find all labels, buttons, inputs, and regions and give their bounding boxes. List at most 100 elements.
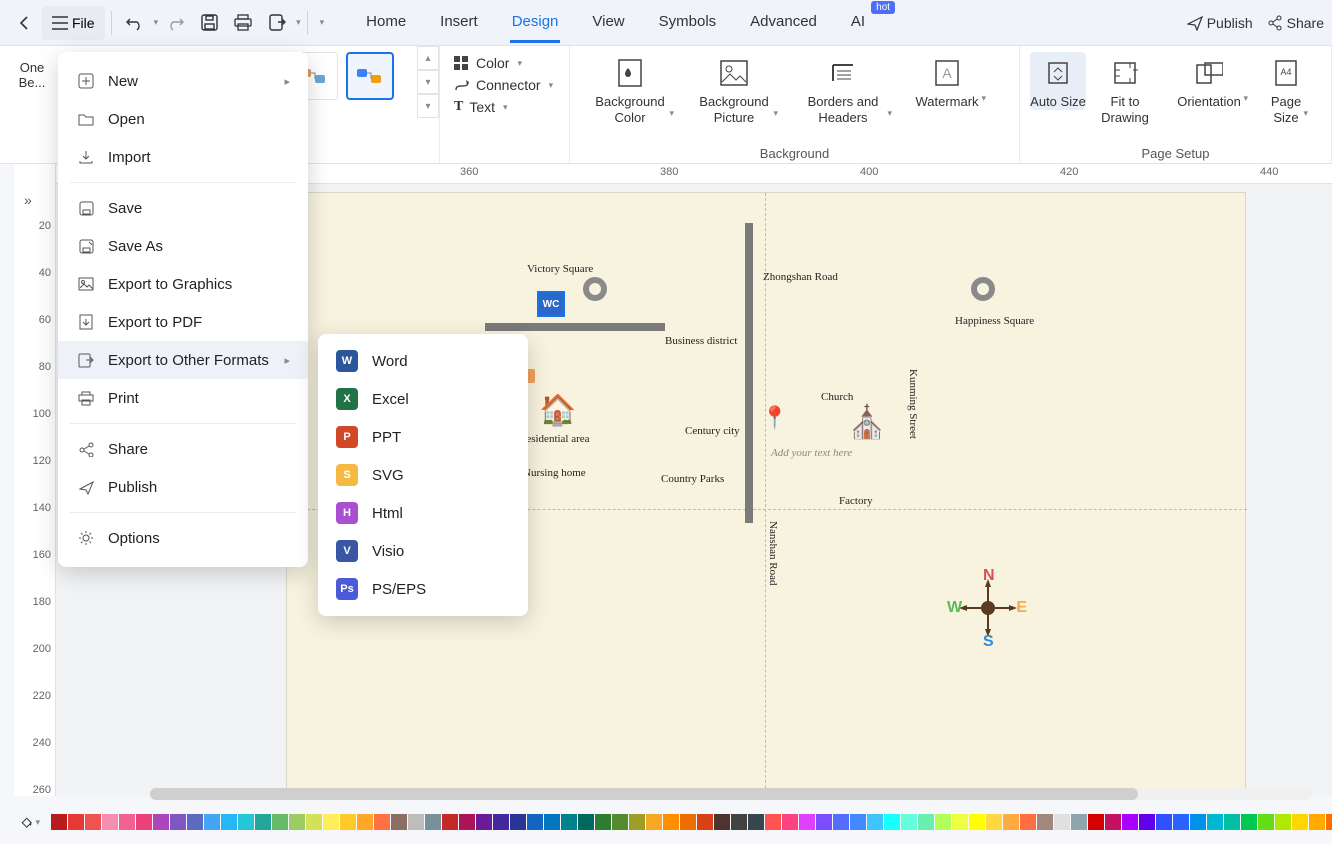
bg-color-button[interactable]: Background Color▾ [580, 52, 680, 125]
color-swatch[interactable] [748, 814, 764, 830]
color-menu[interactable]: Color▾ [450, 52, 559, 74]
label-century[interactable]: Century city [685, 425, 740, 437]
theme-next[interactable]: ▾ [417, 70, 439, 94]
color-swatch[interactable] [1020, 814, 1036, 830]
color-swatch[interactable] [357, 814, 373, 830]
color-swatch[interactable] [238, 814, 254, 830]
color-swatch[interactable] [476, 814, 492, 830]
color-swatch[interactable] [561, 814, 577, 830]
color-swatch[interactable] [867, 814, 883, 830]
color-swatch[interactable] [442, 814, 458, 830]
borders-button[interactable]: Borders and Headers▾ [788, 52, 898, 125]
label-factory[interactable]: Factory [839, 495, 873, 507]
color-swatch[interactable] [221, 814, 237, 830]
color-swatch[interactable] [1292, 814, 1308, 830]
color-swatch[interactable] [51, 814, 67, 830]
color-swatch[interactable] [935, 814, 951, 830]
color-swatch[interactable] [765, 814, 781, 830]
save-button[interactable] [192, 6, 226, 40]
color-swatch[interactable] [1037, 814, 1053, 830]
menu-new[interactable]: New▸ [58, 62, 308, 100]
tab-design[interactable]: Design [510, 3, 561, 43]
color-swatch[interactable] [969, 814, 985, 830]
menu-export-graphics[interactable]: Export to Graphics [58, 265, 308, 303]
export-html[interactable]: HHtml [318, 494, 528, 532]
color-swatch[interactable] [136, 814, 152, 830]
theme-more[interactable]: ▾ [417, 94, 439, 118]
color-swatch[interactable] [833, 814, 849, 830]
color-swatch[interactable] [204, 814, 220, 830]
color-swatch[interactable] [1190, 814, 1206, 830]
label-nanshan[interactable]: Nanshan Road [767, 521, 779, 585]
color-swatch[interactable] [816, 814, 832, 830]
label-parks[interactable]: Country Parks [661, 473, 724, 485]
color-swatch[interactable] [986, 814, 1002, 830]
label-victory[interactable]: Victory Square [527, 263, 593, 275]
color-swatch[interactable] [1003, 814, 1019, 830]
share-button[interactable]: Share [1267, 15, 1324, 31]
color-swatch[interactable] [425, 814, 441, 830]
color-swatch[interactable] [85, 814, 101, 830]
circle-marker-2[interactable] [971, 277, 995, 301]
color-swatch[interactable] [731, 814, 747, 830]
color-swatch[interactable] [799, 814, 815, 830]
label-business[interactable]: Business district [665, 335, 737, 347]
color-swatch[interactable] [289, 814, 305, 830]
tab-ai[interactable]: AIhot [849, 3, 867, 43]
label-nursing[interactable]: Nursing home [523, 467, 586, 479]
bg-picture-button[interactable]: Background Picture▾ [684, 52, 784, 125]
theme-swatch-2[interactable] [346, 52, 394, 100]
color-swatch[interactable] [306, 814, 322, 830]
undo-button[interactable] [118, 6, 152, 40]
menu-import[interactable]: Import [58, 138, 308, 176]
color-swatch[interactable] [119, 814, 135, 830]
label-zhongshan[interactable]: Zhongshan Road [763, 271, 838, 283]
color-swatch[interactable] [408, 814, 424, 830]
color-swatch[interactable] [1156, 814, 1172, 830]
tab-insert[interactable]: Insert [438, 3, 480, 43]
color-swatch[interactable] [901, 814, 917, 830]
color-swatch[interactable] [1122, 814, 1138, 830]
menu-export-other[interactable]: Export to Other Formats▸ [58, 341, 308, 379]
color-swatch[interactable] [1241, 814, 1257, 830]
color-swatch[interactable] [680, 814, 696, 830]
label-kunming[interactable]: Kunming Street [907, 369, 919, 439]
color-swatch[interactable] [1054, 814, 1070, 830]
color-swatch[interactable] [272, 814, 288, 830]
export-word[interactable]: WWord [318, 342, 528, 380]
color-swatch[interactable] [595, 814, 611, 830]
wc-icon[interactable]: WC [537, 291, 565, 317]
menu-options[interactable]: Options [58, 519, 308, 557]
color-swatch[interactable] [510, 814, 526, 830]
pin-icon[interactable]: 📍 [761, 405, 788, 431]
color-swatch[interactable] [1224, 814, 1240, 830]
color-swatch[interactable] [1258, 814, 1274, 830]
publish-button[interactable]: Publish [1187, 15, 1253, 31]
color-swatch[interactable] [782, 814, 798, 830]
connector-menu[interactable]: Connector▾ [450, 74, 559, 96]
file-menu-button[interactable]: File [42, 6, 105, 40]
color-swatch[interactable] [374, 814, 390, 830]
menu-save[interactable]: Save [58, 189, 308, 227]
color-swatch[interactable] [952, 814, 968, 830]
color-swatch[interactable] [544, 814, 560, 830]
house-icon[interactable]: 🏠 [539, 393, 576, 428]
color-swatch[interactable] [646, 814, 662, 830]
redo-button[interactable] [158, 6, 192, 40]
horizontal-scrollbar[interactable] [150, 788, 1312, 800]
tab-home[interactable]: Home [364, 3, 408, 43]
theme-prev[interactable]: ▴ [417, 46, 439, 70]
tab-symbols[interactable]: Symbols [657, 3, 719, 43]
page-size-button[interactable]: A4Page Size▾ [1258, 52, 1314, 125]
color-swatch[interactable] [1139, 814, 1155, 830]
color-swatch[interactable] [323, 814, 339, 830]
export-svg[interactable]: SSVG [318, 456, 528, 494]
color-swatch[interactable] [578, 814, 594, 830]
export-visio[interactable]: VVisio [318, 532, 528, 570]
auto-size-button[interactable]: Auto Size [1030, 52, 1086, 110]
label-happiness[interactable]: Happiness Square [955, 315, 1034, 327]
text-menu[interactable]: TText▾ [450, 96, 559, 118]
fill-bucket-icon[interactable]: ▾ [20, 812, 40, 832]
export-ppt[interactable]: PPPT [318, 418, 528, 456]
watermark-button[interactable]: AWatermark▾ [902, 52, 992, 110]
